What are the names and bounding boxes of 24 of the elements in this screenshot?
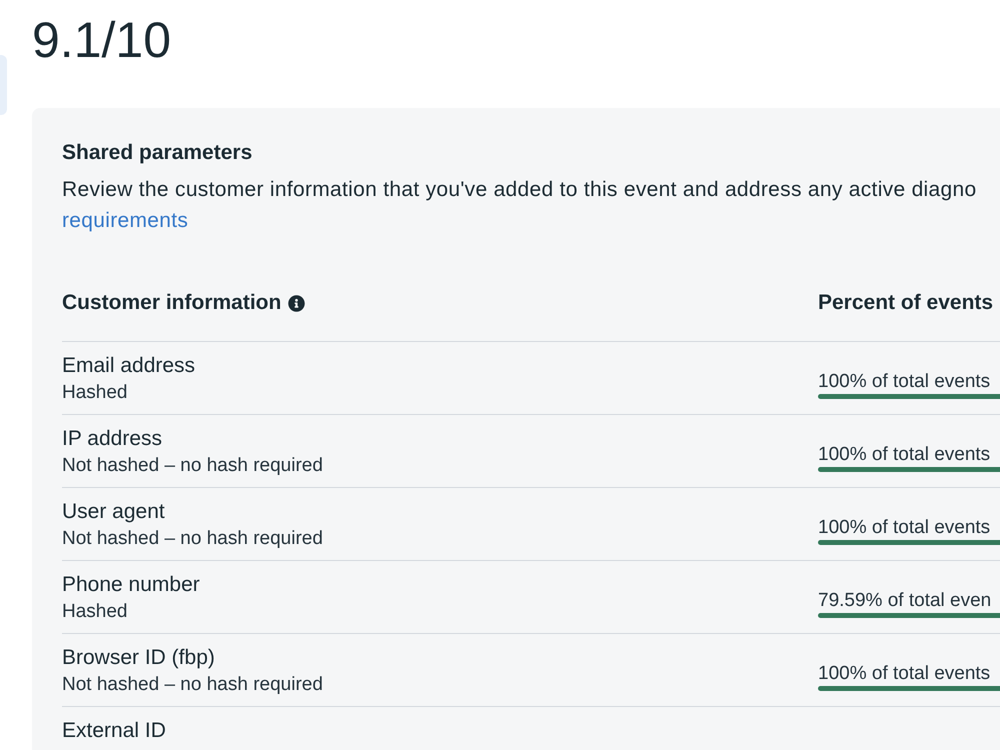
hashing-status: Hashed [62, 381, 128, 405]
parameter-name: External ID [62, 718, 166, 744]
percent-text: 79.59% of total even [818, 590, 992, 612]
requirements-link[interactable]: requirements [62, 205, 188, 236]
percent-text: 100% of total events [818, 444, 990, 466]
hashing-status: Not hashed – no hash required [62, 527, 323, 551]
column-header: Percent of events [818, 290, 994, 316]
parameter-name: Phone number [62, 572, 200, 598]
percent-text: 100% of total events [818, 371, 990, 393]
hashing-status: Not hashed – no hash required [62, 454, 323, 478]
info-icon[interactable] [288, 294, 306, 312]
column-header: Customer information [62, 290, 282, 316]
description-text: Review the customer information that you've added to this event and address any active diagno requirements [62, 174, 976, 236]
side-tab-edge [0, 55, 7, 115]
parameter-name: IP address [62, 426, 162, 452]
hashing-status: Hashed [62, 600, 128, 624]
percent-text: 100% of total events [818, 517, 990, 539]
percent-text: 100% of total events [818, 663, 990, 685]
parameter-name: User agent [62, 499, 165, 525]
hashing-status: Not hashed – no hash required [62, 673, 323, 697]
parameter-name: Email address [62, 353, 196, 379]
score-heading: 9.1/10 [32, 15, 172, 65]
section-title: Shared parameters [62, 140, 252, 166]
parameter-name: Browser ID (fbp) [62, 645, 215, 671]
